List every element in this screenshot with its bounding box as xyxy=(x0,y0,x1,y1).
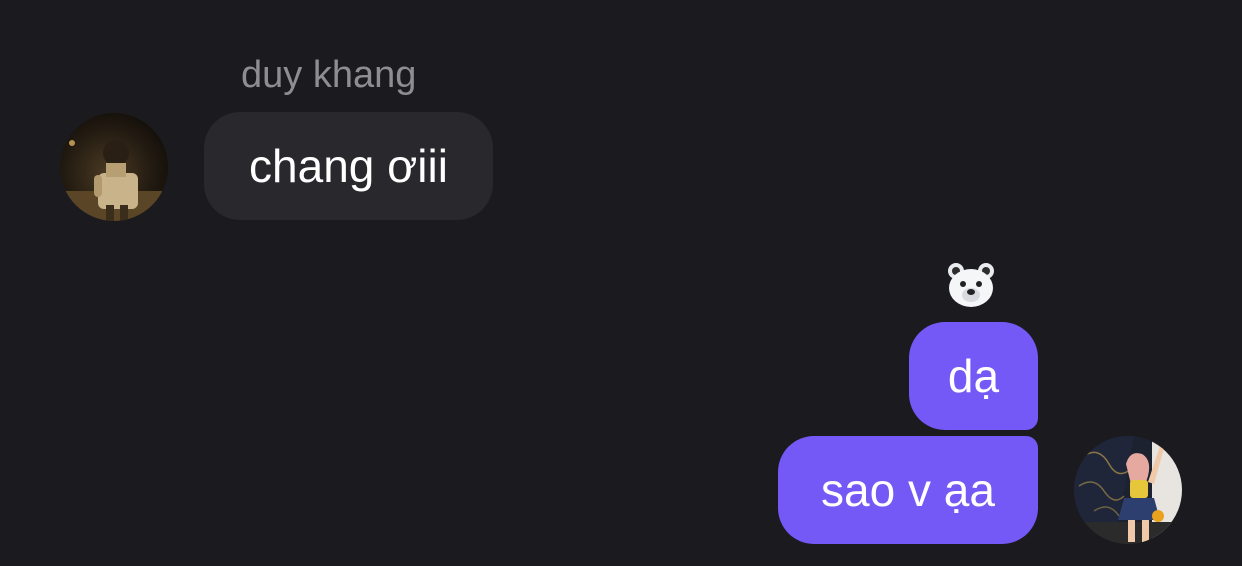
sender-avatar[interactable] xyxy=(60,113,168,221)
outgoing-message-bubble[interactable]: sao v ạa xyxy=(778,436,1038,544)
message-text: dạ xyxy=(947,350,1000,402)
message-text: sao v ạa xyxy=(821,464,995,516)
user-avatar-photo-icon xyxy=(1074,436,1182,544)
incoming-message-bubble[interactable]: chang ơiii xyxy=(204,112,493,220)
own-avatar[interactable] xyxy=(1074,436,1182,544)
message-text: chang ơiii xyxy=(249,140,448,192)
polar-bear-emoji-icon[interactable] xyxy=(946,262,996,308)
sender-name: duy khang xyxy=(241,54,417,96)
user-avatar-photo-icon xyxy=(60,113,168,221)
outgoing-message-bubble[interactable]: dạ xyxy=(909,322,1038,430)
